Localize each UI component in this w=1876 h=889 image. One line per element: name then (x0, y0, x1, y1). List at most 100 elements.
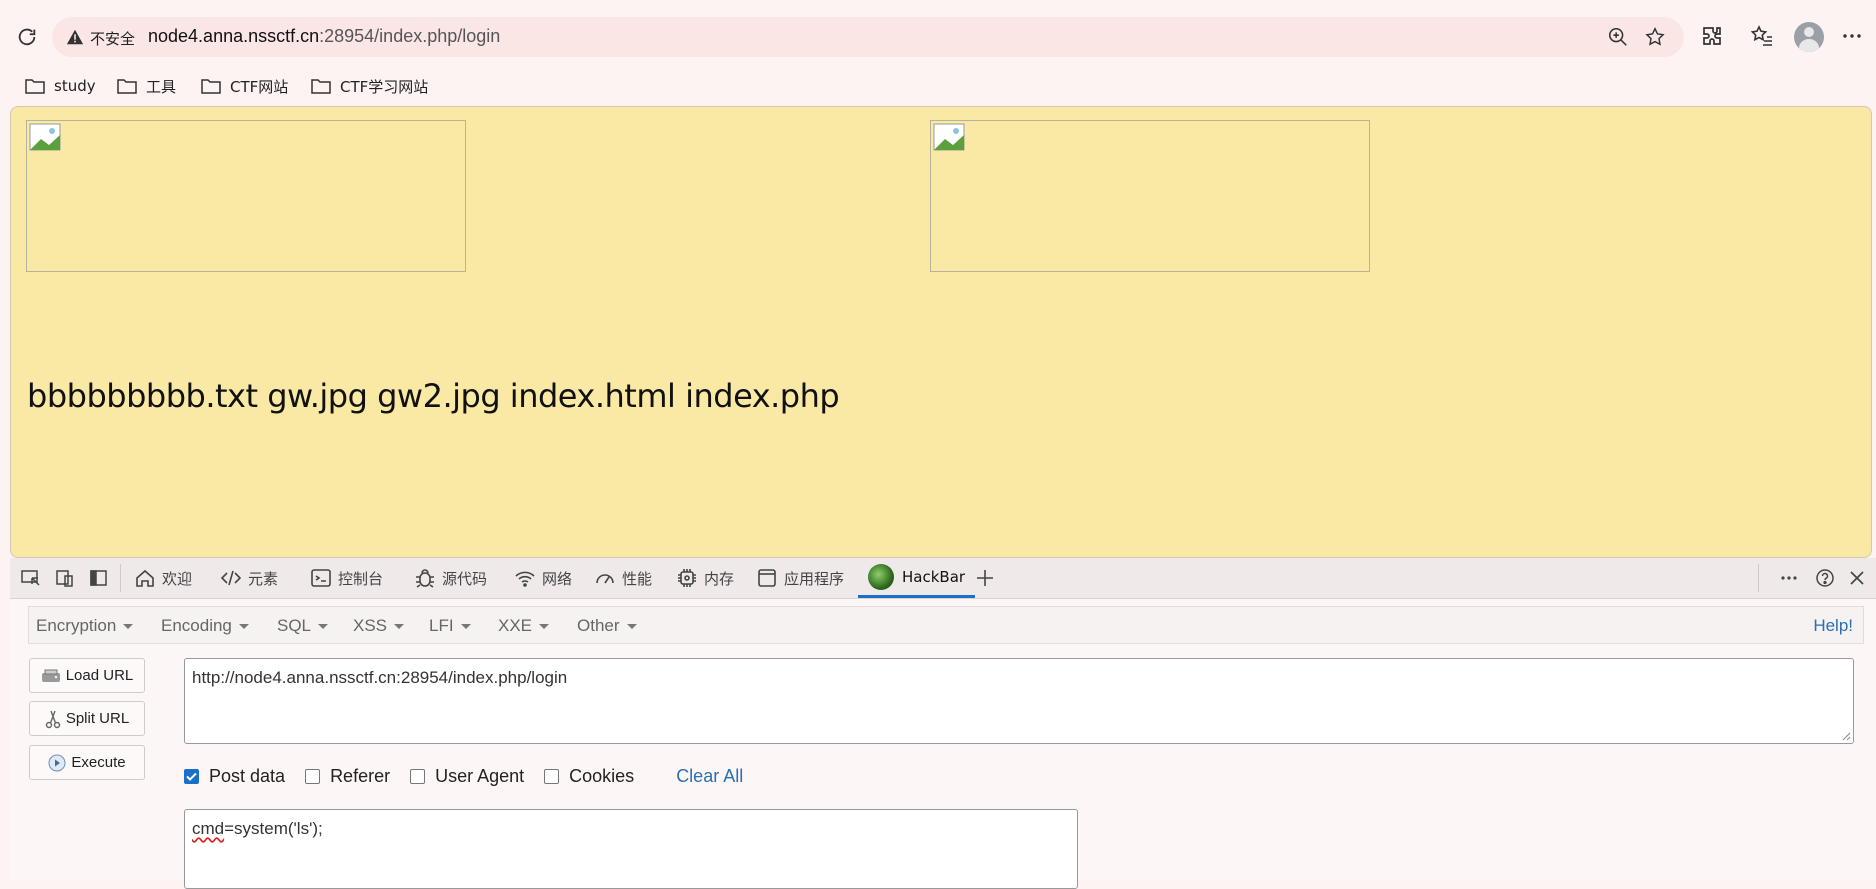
menu-encryption[interactable]: Encryption (36, 616, 134, 636)
address-bar[interactable]: 不安全 node4.anna.nssctf.cn:28954/index.php… (52, 17, 1684, 57)
menu-other[interactable]: Other (577, 616, 637, 636)
scissors-icon (45, 710, 61, 728)
menu-label: LFI (429, 616, 454, 635)
broken-image-icon (933, 123, 965, 151)
caret-down-icon (460, 623, 471, 629)
add-tab-icon[interactable] (974, 568, 996, 588)
devtools-tab-sources[interactable]: 源代码 (414, 558, 487, 598)
option-label: User Agent (435, 765, 525, 786)
menu-xss[interactable]: XSS (353, 616, 405, 636)
post-data-textarea[interactable]: cmd=system('ls'); (184, 809, 1078, 889)
bookmark-study[interactable]: study (24, 74, 96, 98)
url-text[interactable]: node4.anna.nssctf.cn:28954/index.php/log… (148, 26, 500, 47)
execute-button[interactable]: Execute (29, 745, 145, 780)
wifi-icon (515, 571, 535, 587)
button-label: Split URL (65, 710, 130, 727)
devtools-tab-console[interactable]: 控制台 (310, 558, 383, 598)
caret-down-icon (626, 623, 637, 629)
devtools-tabbar: 欢迎 元素 控制台 源代码 网络 性能 内存 应用程序 HackBar (10, 558, 1876, 599)
close-icon[interactable] (1846, 568, 1868, 588)
menu-xxe[interactable]: XXE (498, 616, 550, 636)
bookmark-ctf-learning[interactable]: CTF学习网站 (310, 74, 428, 98)
tab-label: 内存 (704, 569, 735, 588)
bookmark-label: CTF学习网站 (340, 77, 429, 96)
menu-lfi[interactable]: LFI (429, 616, 471, 636)
option-referer[interactable]: Referer (305, 766, 390, 787)
more-options-icon[interactable] (1840, 24, 1864, 48)
caret-down-icon (539, 623, 550, 629)
device-emulation-icon[interactable] (54, 568, 76, 588)
bookmark-tools[interactable]: 工具 (116, 74, 176, 98)
warning-icon[interactable] (66, 28, 84, 46)
folder-icon (25, 79, 45, 94)
zoom-icon[interactable] (1607, 26, 1629, 48)
tab-label: 源代码 (442, 569, 488, 588)
page-viewport: bbbbbbbbb.txt gw.jpg gw2.jpg index.html … (10, 106, 1872, 558)
user-agent-checkbox[interactable] (410, 768, 426, 784)
tab-label: 欢迎 (162, 569, 193, 588)
option-label: Post data (209, 765, 286, 786)
option-post-data[interactable]: Post data (184, 766, 285, 787)
caret-down-icon (394, 623, 405, 629)
check-icon (186, 772, 197, 781)
devtools-tab-performance[interactable]: 性能 (594, 558, 652, 598)
more-options-icon[interactable] (1778, 568, 1800, 588)
bookmark-ctf-sites[interactable]: CTF网站 (200, 74, 288, 98)
window-icon (758, 569, 776, 587)
split-url-button[interactable]: Split URL (29, 701, 145, 736)
folder-icon (201, 79, 221, 94)
resize-grip-icon[interactable] (1841, 731, 1851, 741)
dock-side-icon[interactable] (88, 568, 110, 588)
post-data-checkbox[interactable] (184, 768, 199, 784)
inspect-icon[interactable] (20, 568, 42, 588)
gauge-icon (596, 574, 614, 584)
tab-label: 性能 (622, 569, 653, 588)
menu-encoding[interactable]: Encoding (161, 616, 249, 636)
url-value: http://node4.anna.nssctf.cn:28954/index.… (192, 668, 568, 687)
option-label: Cookies (569, 765, 635, 786)
favorites-list-icon[interactable] (1750, 24, 1774, 48)
extensions-icon[interactable] (1700, 24, 1724, 48)
broken-image-icon (29, 123, 61, 151)
tab-label: 网络 (542, 569, 573, 588)
cookies-checkbox[interactable] (544, 768, 560, 784)
menu-sql[interactable]: SQL (277, 616, 329, 636)
help-link[interactable]: Help! (1813, 616, 1853, 636)
devtools-tab-hackbar[interactable]: HackBar (858, 558, 976, 598)
bookmarks-bar: study 工具 CTF网站 CTF学习网站 (0, 68, 1876, 104)
bookmark-label: 工具 (146, 77, 177, 96)
load-icon (41, 669, 60, 682)
bookmark-label: CTF网站 (230, 77, 289, 96)
devtools-tab-memory[interactable]: 内存 (676, 558, 734, 598)
reload-icon[interactable] (16, 26, 38, 48)
option-cookies[interactable]: Cookies (544, 766, 634, 787)
clear-all-link[interactable]: Clear All (676, 766, 743, 787)
broken-image (26, 120, 466, 272)
bug-icon (416, 569, 434, 588)
url-textarea[interactable]: http://node4.anna.nssctf.cn:28954/index.… (184, 658, 1854, 744)
devtools-tab-network[interactable]: 网络 (514, 558, 572, 598)
devtools-tab-welcome[interactable]: 欢迎 (134, 558, 192, 598)
option-user-agent[interactable]: User Agent (410, 766, 524, 787)
menu-label: XSS (353, 616, 388, 635)
security-label[interactable]: 不安全 (90, 28, 135, 49)
url-host: node4.anna.nssctf.cn (148, 26, 320, 46)
post-param-value: =system('ls'); (224, 819, 323, 838)
devtools-tab-elements[interactable]: 元素 (220, 558, 278, 598)
favorite-star-icon[interactable] (1644, 26, 1666, 48)
browser-toolbar: 不安全 node4.anna.nssctf.cn:28954/index.php… (0, 0, 1876, 72)
divider (120, 564, 121, 592)
help-icon[interactable] (1814, 568, 1836, 588)
menu-label: Encoding (161, 616, 232, 635)
menu-label: XXE (498, 616, 533, 635)
post-param-name: cmd (192, 819, 225, 838)
request-options: Post data Referer User Agent Cookies Cle… (184, 764, 743, 788)
hackbar-logo-icon (868, 563, 894, 590)
load-url-button[interactable]: Load URL (29, 658, 145, 693)
tab-label: 控制台 (338, 569, 384, 588)
profile-avatar[interactable] (1794, 22, 1824, 52)
url-path: :28954/index.php/login (319, 26, 501, 46)
referer-checkbox[interactable] (305, 768, 321, 784)
devtools-tab-application[interactable]: 应用程序 (756, 558, 844, 598)
console-icon (311, 569, 331, 587)
